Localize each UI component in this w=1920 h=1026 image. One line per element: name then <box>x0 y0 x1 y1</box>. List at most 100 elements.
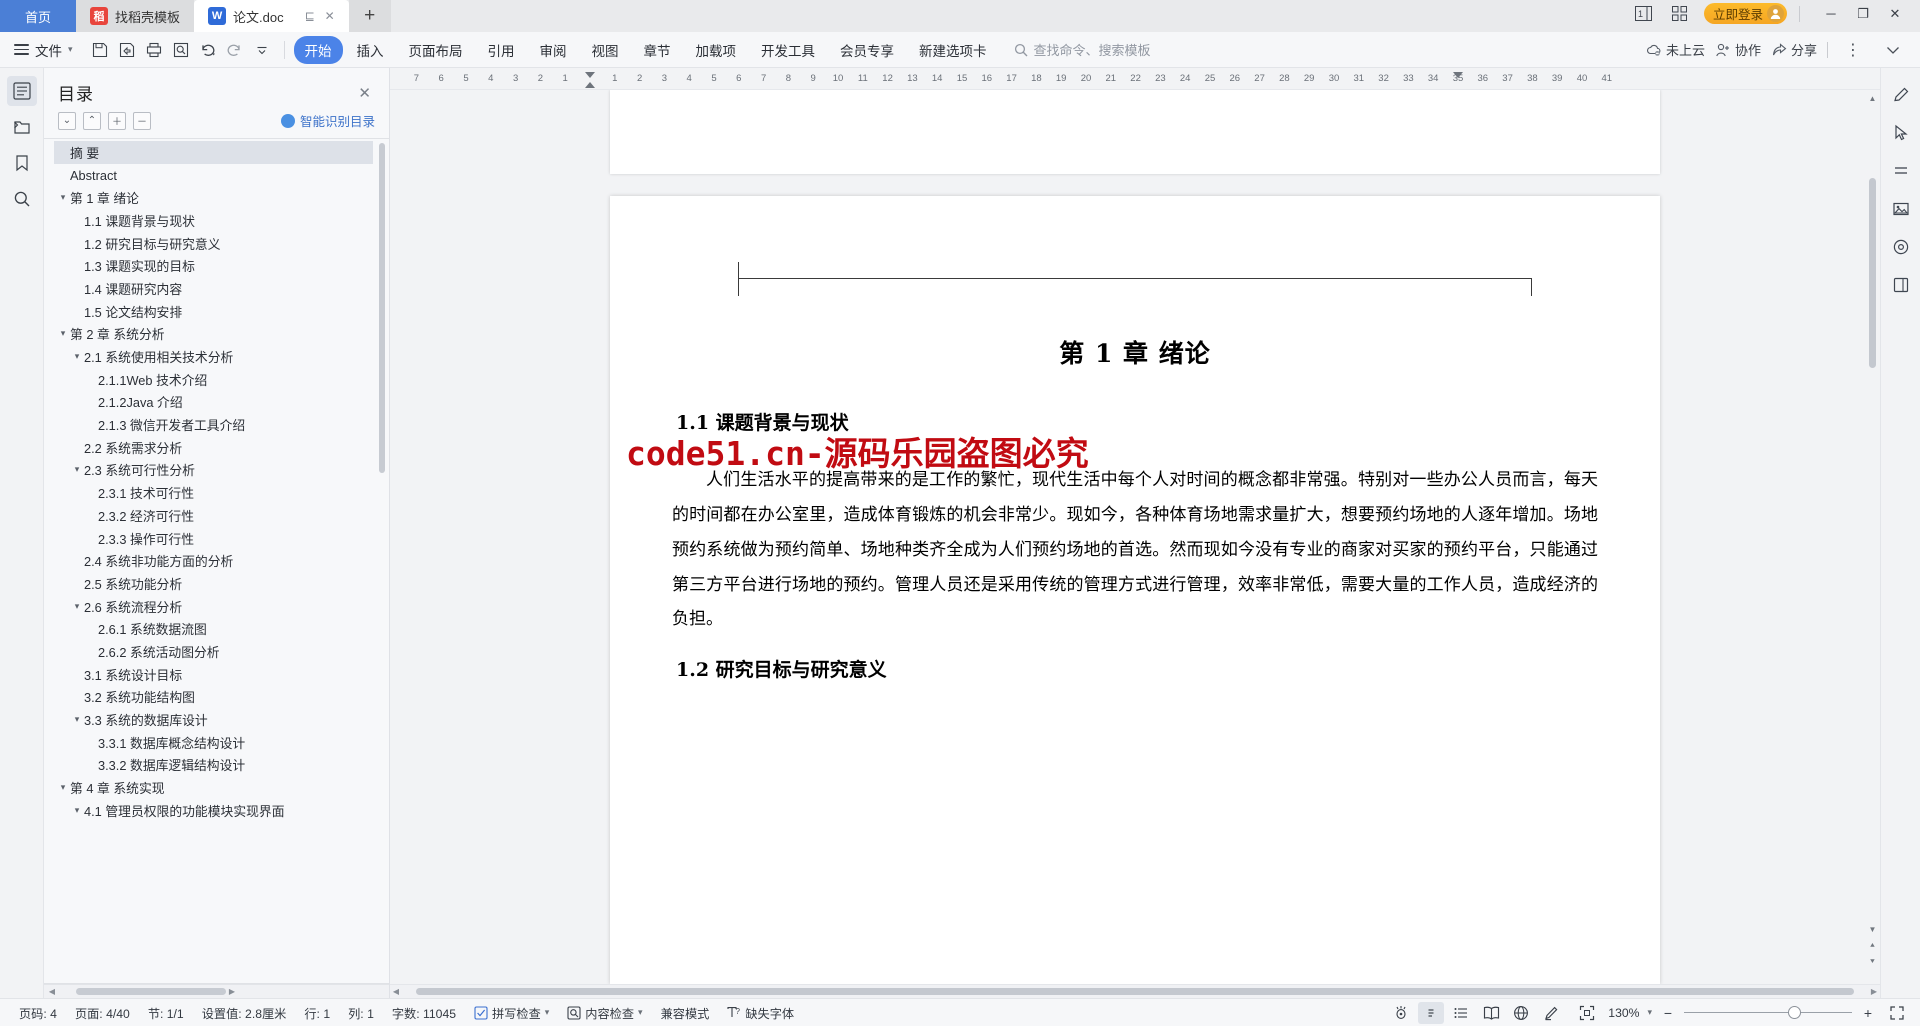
first-line-indent-marker[interactable] <box>585 72 595 78</box>
toc-item-15[interactable]: ▾2.3.1 技术可行性 <box>54 481 373 504</box>
cloud-status-button[interactable]: 未上云 <box>1646 40 1705 59</box>
maximize-button[interactable]: ❐ <box>1848 2 1878 26</box>
image-insert-icon[interactable] <box>1888 196 1914 222</box>
smart-toc-button[interactable]: 智能识别目录 <box>280 111 375 130</box>
doc-scroll-right-icon[interactable]: ▶ <box>1868 987 1880 996</box>
document-page[interactable]: 第 1 章 绪论 1.1 课题背景与现状 code51.cn-源码乐园盗图必究 … <box>610 196 1660 984</box>
chevron-down-icon[interactable]: ▾ <box>70 805 84 816</box>
toc-item-11[interactable]: ▾2.1.2Java 介绍 <box>54 391 373 414</box>
scroll-down-icon[interactable]: ▼ <box>1867 923 1878 936</box>
toc-item-19[interactable]: ▾2.5 系统功能分析 <box>54 572 373 595</box>
save-icon[interactable] <box>87 37 113 63</box>
web-view-icon[interactable] <box>1508 1002 1534 1024</box>
toc-item-9[interactable]: ▾ 2.1 系统使用相关技术分析 <box>54 345 373 368</box>
toc-item-13[interactable]: ▾2.2 系统需求分析 <box>54 436 373 459</box>
document-horizontal-scrollbar[interactable]: ◀ ▶ <box>390 984 1880 998</box>
spell-check-button[interactable]: 拼写检查 ▾ <box>465 1004 558 1022</box>
fit-page-icon[interactable] <box>1574 1002 1600 1024</box>
chevron-down-icon[interactable]: ▾ <box>545 1007 550 1018</box>
zoom-slider[interactable] <box>1684 1006 1852 1019</box>
chevron-down-icon[interactable]: ▾ <box>638 1007 643 1018</box>
toc-horizontal-scrollbar[interactable]: ◀ ▶ <box>44 984 389 998</box>
horizontal-ruler[interactable]: 7 6 5 4 3 2 1 1 2 3 4 5 6 7 8 9 10 11 12 13 14 15 16 17 18 19 20 21… <box>390 68 1880 90</box>
document-canvas[interactable]: 第 1 章 绪论 1.1 课题背景与现状 code51.cn-源码乐园盗图必究 … <box>390 90 1880 984</box>
zoom-in-button[interactable]: + <box>1860 1005 1876 1021</box>
bookmark-icon[interactable] <box>7 148 37 178</box>
collaborate-button[interactable]: 协作 <box>1715 40 1761 59</box>
page-view-icon[interactable] <box>1418 1001 1445 1024</box>
toc-item-29[interactable]: ▾ 4.1 管理员权限的功能模块实现界面 <box>54 799 373 822</box>
toc-item-3[interactable]: ▾1.1 课题背景与现状 <box>54 209 373 232</box>
toc-item-14[interactable]: ▾ 2.3 系统可行性分析 <box>54 459 373 482</box>
toc-item-24[interactable]: ▾3.2 系统功能结构图 <box>54 686 373 709</box>
toc-item-17[interactable]: ▾2.3.3 操作可行性 <box>54 527 373 550</box>
tab-close-icon[interactable]: ✕ <box>325 9 335 23</box>
single-page-layout-icon[interactable]: 1 <box>1632 4 1656 24</box>
chevron-down-icon[interactable]: ▾ <box>56 328 70 339</box>
toc-item-25[interactable]: ▾ 3.3 系统的数据库设计 <box>54 708 373 731</box>
tab-review[interactable]: 审阅 <box>529 36 578 64</box>
tab-templates[interactable]: 稻 找稻壳模板 <box>76 0 195 32</box>
content-check-button[interactable]: 内容检查 ▾ <box>558 1004 651 1022</box>
toc-expand-down-button[interactable]: ⌄ <box>58 111 76 130</box>
tab-references[interactable]: 引用 <box>477 36 526 64</box>
outline-view-icon[interactable] <box>1448 1002 1474 1024</box>
toc-collapse-up-button[interactable]: ⌃ <box>83 111 101 130</box>
reading-view-icon[interactable] <box>1478 1002 1504 1024</box>
toc-item-7[interactable]: ▾1.5 论文结构安排 <box>54 300 373 323</box>
toc-item-18[interactable]: ▾2.4 系统非功能方面的分析 <box>54 549 373 572</box>
shapes-icon[interactable] <box>1888 234 1914 260</box>
toc-list[interactable]: ▾摘 要 ▾Abstract ▾第 1 章 绪论 ▾1.1 课题背景与现状 ▾1… <box>44 138 389 984</box>
doc-scroll-left-icon[interactable]: ◀ <box>390 987 402 996</box>
grid-icon[interactable] <box>1668 4 1692 24</box>
toc-vertical-scrollbar[interactable] <box>379 143 385 473</box>
scroll-up-icon[interactable]: ▲ <box>1867 92 1878 105</box>
redo-icon[interactable] <box>222 37 248 63</box>
pen-edit-icon[interactable] <box>1888 82 1914 108</box>
toc-level-minus-button[interactable]: － <box>133 111 151 130</box>
scroll-right-icon[interactable]: ▶ <box>226 987 238 996</box>
toc-hscroll-thumb[interactable] <box>76 988 226 995</box>
fullscreen-icon[interactable] <box>1884 1002 1910 1024</box>
tab-home[interactable]: 首页 <box>0 0 76 32</box>
close-button[interactable]: ✕ <box>1880 2 1910 26</box>
toc-item-5[interactable]: ▾1.3 课题实现的目标 <box>54 254 373 277</box>
next-page-icon[interactable]: ⯆ <box>1867 955 1878 968</box>
scroll-left-icon[interactable]: ◀ <box>46 987 58 996</box>
toc-item-1[interactable]: ▾Abstract <box>54 164 373 187</box>
login-button[interactable]: 立即登录 <box>1703 3 1787 24</box>
vscroll-thumb[interactable] <box>1869 178 1876 368</box>
toc-item-6[interactable]: ▾1.4 课题研究内容 <box>54 277 373 300</box>
chevron-down-icon[interactable]: ▾ <box>70 351 84 362</box>
toc-item-8[interactable]: ▾ 第 2 章 系统分析 <box>54 323 373 346</box>
zoom-out-button[interactable]: − <box>1660 1005 1676 1021</box>
toc-item-2[interactable]: ▾ 第 1 章 绪论 <box>54 186 373 209</box>
toc-icon[interactable] <box>6 76 37 106</box>
tab-insert[interactable]: 插入 <box>346 36 395 64</box>
tab-start[interactable]: 开始 <box>293 35 343 64</box>
toc-item-27[interactable]: ▾3.3.2 数据库逻辑结构设计 <box>54 754 373 777</box>
print-icon[interactable] <box>141 37 167 63</box>
more-options-icon[interactable]: ⋮ <box>1838 38 1868 62</box>
zoom-slider-knob[interactable] <box>1788 1006 1801 1019</box>
right-indent-marker[interactable] <box>1453 72 1463 78</box>
minimize-button[interactable]: ─ <box>1816 2 1846 26</box>
tab-member-exclusive[interactable]: 会员专享 <box>829 36 905 64</box>
undo-icon[interactable] <box>195 37 221 63</box>
missing-font-button[interactable]: ? 缺失字体 <box>718 1004 803 1022</box>
share-button[interactable]: 分享 <box>1771 40 1817 59</box>
toc-item-16[interactable]: ▾2.3.2 经济可行性 <box>54 504 373 527</box>
prev-page-icon[interactable]: ⯅ <box>1867 939 1878 952</box>
new-tab-button[interactable]: + <box>348 0 391 32</box>
writing-mode-icon[interactable] <box>1538 1002 1564 1024</box>
toc-item-22[interactable]: ▾2.6.2 系统活动图分析 <box>54 640 373 663</box>
toc-item-4[interactable]: ▾1.2 研究目标与研究意义 <box>54 232 373 255</box>
tab-document[interactable]: W 论文.doc ⊑ ✕ <box>194 0 349 32</box>
file-menu-button[interactable]: 文件 ▾ <box>8 40 79 60</box>
print-preview-icon[interactable] <box>168 37 194 63</box>
toc-item-12[interactable]: ▾2.1.3 微信开发者工具介绍 <box>54 413 373 436</box>
tab-view[interactable]: 视图 <box>581 36 630 64</box>
search-icon[interactable] <box>7 184 37 214</box>
cursor-select-icon[interactable] <box>1888 120 1914 146</box>
status-word-count[interactable]: 字数: 11045 <box>383 1004 465 1022</box>
